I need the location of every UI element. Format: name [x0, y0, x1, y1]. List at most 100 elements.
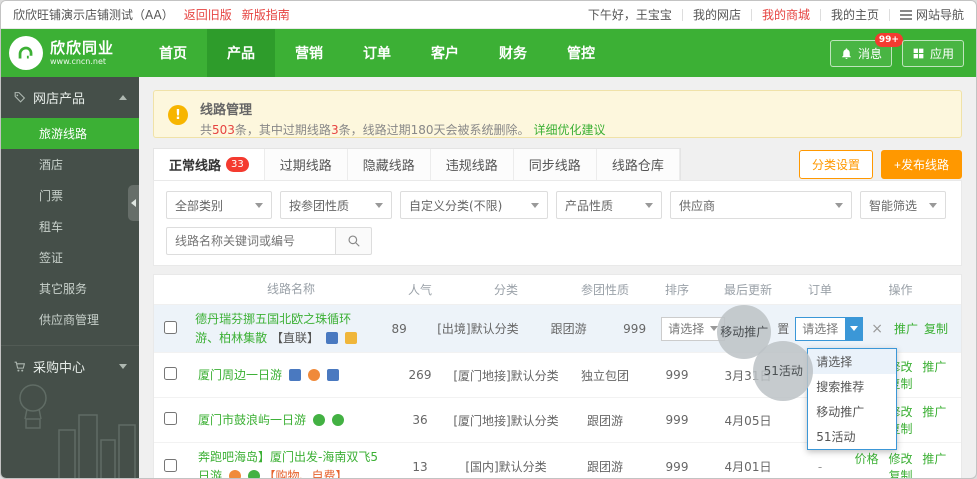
route-search-input[interactable] [166, 227, 336, 255]
group-type-value: 跟团游 [562, 412, 648, 429]
filter-custom-category[interactable]: 自定义分类(不限) [400, 191, 548, 219]
dropdown-option[interactable]: 51活动 [808, 424, 896, 449]
tab-expired-routes[interactable]: 过期线路 [265, 149, 348, 180]
close-editor-icon[interactable]: × [871, 321, 883, 337]
brand-url: www.cncn.net [50, 57, 114, 66]
col-last-updated: 最后更新 [706, 281, 790, 298]
select-caret-button[interactable] [845, 318, 862, 340]
notice-title: 线路管理 [200, 99, 949, 118]
row-checkbox[interactable] [164, 412, 177, 425]
edit-link[interactable]: 修改 [888, 452, 912, 466]
message-count-badge: 99+ [875, 33, 903, 47]
route-name-link[interactable]: 厦门周边一日游 [198, 368, 282, 382]
filter-smart[interactable]: 智能筛选 [860, 191, 946, 219]
sidebar-item-car-rental[interactable]: 租车 [1, 211, 139, 242]
new-guide-link[interactable]: 新版指南 [242, 6, 290, 23]
search-button[interactable] [336, 227, 372, 255]
sidebar-item-visa[interactable]: 签证 [1, 242, 139, 273]
row-checkbox[interactable] [164, 321, 177, 334]
tab-hidden-routes[interactable]: 隐藏线路 [348, 149, 431, 180]
dropdown-option[interactable]: 移动推广 [808, 399, 896, 424]
watermark-51-activity: 51活动 [753, 341, 813, 401]
copy-link[interactable]: 复制 [924, 320, 948, 337]
flag-icon [289, 369, 301, 381]
tab-violation-routes[interactable]: 违规线路 [431, 149, 514, 180]
promotion-type-select-open[interactable]: 请选择 [795, 317, 863, 341]
category-settings-button[interactable]: 分类设置 [799, 150, 873, 179]
group-type-value: 独立包团 [562, 367, 648, 384]
dropdown-option[interactable]: 请选择 [808, 349, 896, 374]
sort-value[interactable]: 999 [648, 413, 706, 427]
chevron-down-icon [255, 203, 263, 208]
sync-icon [332, 414, 344, 426]
sync-icon [248, 470, 260, 479]
app-window: 欣欣旺铺演示店铺测试（AA） 返回旧版 新版指南 下午好，王宝宝 我的网店 我的… [0, 0, 977, 479]
search-icon [347, 234, 361, 248]
route-name-link[interactable]: 厦门市鼓浪屿一日游 [198, 413, 306, 427]
promote-link[interactable]: 推广 [922, 360, 946, 374]
sidebar-section-shop-products[interactable]: 网店产品 [1, 77, 139, 118]
nav-item-products[interactable]: 产品 [207, 29, 275, 77]
chevron-down-icon [645, 203, 653, 208]
nav-menu: 首页 产品 营销 订单 客户 财务 管控 [139, 29, 830, 77]
sort-value[interactable]: 999 [648, 368, 706, 382]
sidebar-item-other-services[interactable]: 其它服务 [1, 273, 139, 304]
dropdown-option[interactable]: 搜索推荐 [808, 374, 896, 399]
row-checkbox[interactable] [164, 459, 177, 472]
apps-label: 应用 [930, 45, 954, 62]
tab-sync-routes[interactable]: 同步线路 [514, 149, 597, 180]
chevron-up-icon [119, 95, 127, 100]
row-checkbox[interactable] [164, 367, 177, 380]
nav-item-control[interactable]: 管控 [547, 29, 615, 77]
nav-item-home[interactable]: 首页 [139, 29, 207, 77]
my-shop-link[interactable]: 我的网店 [693, 6, 741, 23]
brand-text: 欣欣同业 www.cncn.net [50, 40, 114, 66]
qq-icon [308, 369, 320, 381]
tab-route-warehouse[interactable]: 线路仓库 [597, 149, 680, 180]
sidebar-item-travel-routes[interactable]: 旅游线路 [1, 118, 139, 149]
promote-link[interactable]: 推广 [922, 452, 946, 466]
sort-value[interactable]: 999 [648, 460, 706, 474]
sidebar-item-supplier-management[interactable]: 供应商管理 [1, 304, 139, 335]
group-type-value: 跟团游 [562, 458, 648, 475]
last-updated-value: 4月05日 [706, 412, 790, 429]
my-homepage-link[interactable]: 我的主页 [831, 6, 879, 23]
sort-value[interactable]: 999 [608, 322, 661, 336]
chevron-down-icon [929, 203, 937, 208]
site-nav-menu[interactable]: 网站导航 [900, 6, 964, 23]
route-management-notice: ! 线路管理 共503条，其中过期线路3条，线路过期180天会被系统删除。详细优… [153, 90, 962, 138]
back-to-old-link[interactable]: 返回旧版 [184, 6, 232, 23]
nav-item-customers[interactable]: 客户 [411, 29, 479, 77]
group-type-value: 跟团游 [529, 320, 608, 337]
promote-link[interactable]: 推广 [922, 405, 946, 419]
promote-link[interactable]: 推广 [894, 320, 918, 337]
filter-group-type[interactable]: 按参团性质 [280, 191, 392, 219]
filter-supplier[interactable]: 供应商 [670, 191, 852, 219]
shopping-self-pay-tag: 【购物、自费】 [264, 469, 348, 479]
brand[interactable]: 欣欣同业 www.cncn.net [1, 29, 139, 77]
copy-link[interactable]: 复制 [888, 469, 912, 479]
messages-button[interactable]: 99+ 消息 [830, 40, 892, 67]
nav-item-finance[interactable]: 财务 [479, 29, 547, 77]
nav-item-marketing[interactable]: 营销 [275, 29, 343, 77]
table-row: 德丹瑞芬挪五国北欧之珠循环游、柏林集散 【直联】 89 [出境]默认分类 跟团游… [154, 305, 961, 353]
tab-normal-routes[interactable]: 正常线路 33 [154, 149, 265, 180]
brand-name: 欣欣同业 [50, 40, 114, 57]
filter-product-nature[interactable]: 产品性质 [556, 191, 662, 219]
col-popularity: 人气 [390, 281, 450, 298]
publish-route-button[interactable]: +发布线路 [881, 150, 962, 179]
sidebar-item-hotel[interactable]: 酒店 [1, 149, 139, 180]
apps-button[interactable]: 应用 [902, 40, 964, 67]
orders-value: - [790, 460, 850, 474]
sidebar-collapse-handle[interactable] [128, 185, 139, 221]
promotion-position-select[interactable]: 请选择 [661, 317, 725, 341]
filter-all-categories[interactable]: 全部类别 [166, 191, 272, 219]
flag-icon [326, 332, 338, 344]
section-label: 网店产品 [33, 88, 85, 107]
nav-item-orders[interactable]: 订单 [343, 29, 411, 77]
col-group-type: 参团性质 [562, 281, 648, 298]
my-mall-link[interactable]: 我的商城 [762, 6, 810, 23]
sidebar-item-tickets[interactable]: 门票 [1, 180, 139, 211]
price-link[interactable]: 价格 [855, 452, 879, 466]
optimization-suggestion-link[interactable]: 详细优化建议 [533, 123, 605, 137]
